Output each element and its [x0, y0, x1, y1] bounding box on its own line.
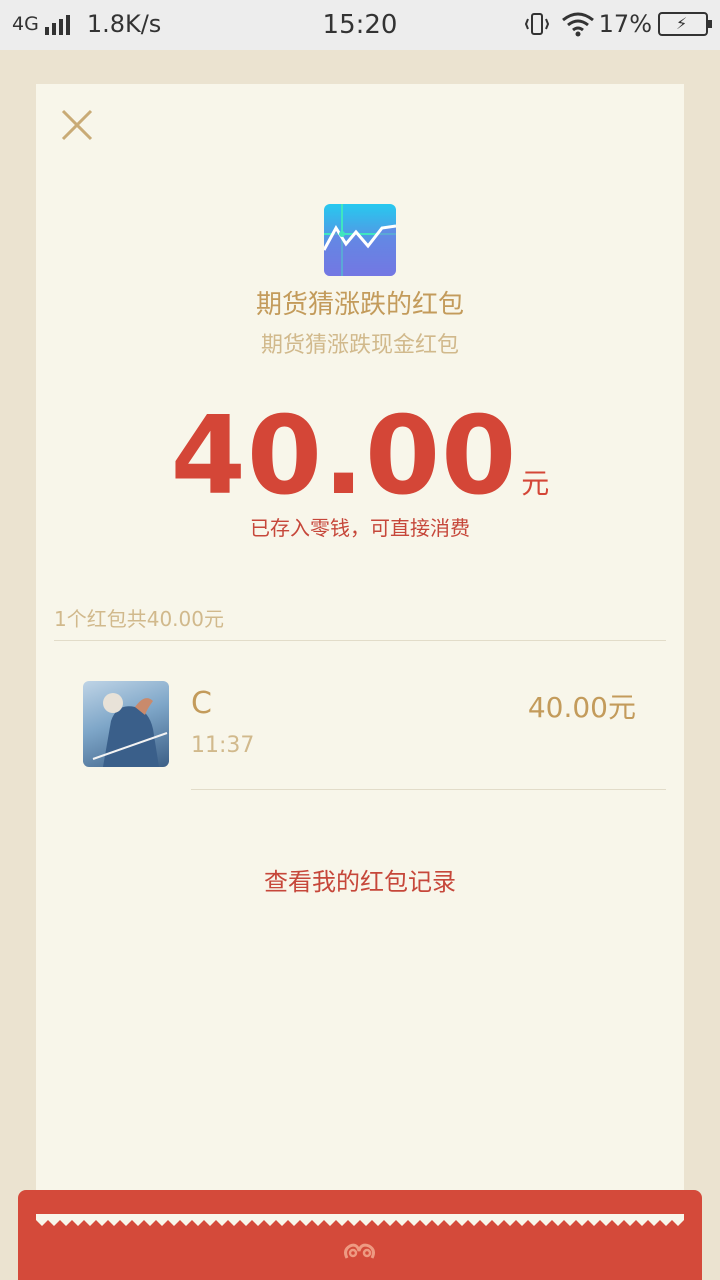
recipient-amount: 40.00元 — [527, 691, 636, 724]
redpacket-subtitle: 期货猜涨跌现金红包 — [260, 333, 459, 358]
amount-display: 40.00 元 — [36, 394, 684, 519]
close-icon[interactable] — [60, 108, 94, 142]
redpacket-detail-card: 期货猜涨跌的红包 期货猜涨跌现金红包 40.00 元 已存入零钱，可直接消费 1个… — [36, 84, 684, 1224]
status-right: 17% ⚡ — [524, 10, 712, 38]
vibrate-icon — [524, 13, 549, 35]
packet-summary: 1个红包共40.00元 — [54, 607, 224, 631]
divider — [191, 789, 666, 790]
recipient-time: 11:37 — [191, 733, 255, 758]
amount-value: 40.00 — [170, 394, 518, 519]
zigzag-edge — [36, 1214, 684, 1226]
battery-percent: 17% — [598, 10, 652, 38]
redpacket-title: 期货猜涨跌的红包 — [255, 290, 464, 320]
chart-app-icon — [324, 204, 396, 276]
recipient-name: C — [191, 686, 212, 721]
amount-unit: 元 — [521, 467, 550, 500]
battery-icon: ⚡ — [658, 12, 712, 36]
avatar[interactable] — [83, 681, 169, 767]
wifi-icon — [561, 12, 594, 37]
view-records-link[interactable]: 查看我的红包记录 — [36, 862, 684, 897]
deposit-note: 已存入零钱，可直接消费 — [250, 516, 470, 540]
status-bar: 4G 1.8K/s 15:20 17% ⚡ — [0, 0, 720, 50]
list-item[interactable]: C 11:37 40.00元 — [36, 641, 684, 791]
cloud-ornament-icon — [344, 1243, 375, 1259]
bottom-band — [18, 1190, 702, 1280]
